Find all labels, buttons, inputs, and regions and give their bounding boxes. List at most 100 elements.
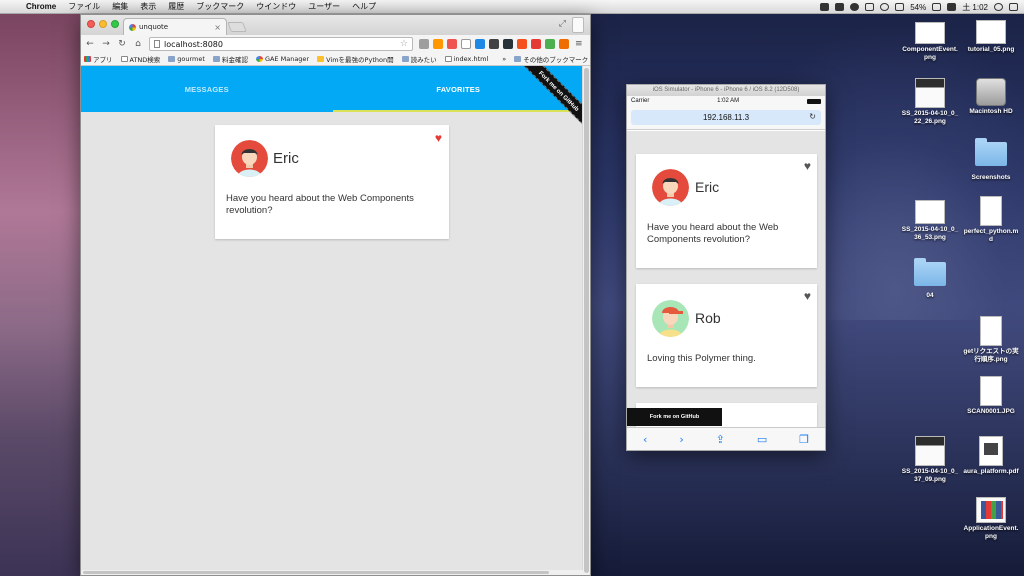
fullscreen-icon[interactable]: ⤢ [559, 19, 566, 29]
back-icon[interactable]: ← [85, 39, 95, 49]
evernote-icon[interactable] [850, 3, 860, 11]
heart-icon[interactable]: ♥ [804, 290, 811, 302]
forward-icon[interactable]: › [679, 433, 683, 446]
menu-help[interactable]: ヘルプ [346, 1, 382, 12]
tab-messages[interactable]: MESSAGES [81, 66, 333, 112]
extension-v-icon[interactable] [475, 39, 485, 49]
desktop-icon-tutorial[interactable]: tutorial_05.png [962, 20, 1020, 54]
bookmark-atnd[interactable]: ATND検索 [120, 54, 160, 64]
folder-icon [212, 56, 220, 62]
heart-icon[interactable]: ♥ [804, 160, 811, 172]
cloud-icon[interactable] [820, 3, 830, 11]
folder-icon [401, 56, 409, 62]
bookmark-star-icon[interactable]: ☆ [400, 39, 408, 49]
menu-window[interactable]: ウインドウ [250, 1, 302, 12]
bookmark-pricing[interactable]: 料金確認 [212, 54, 248, 64]
reload-icon[interactable]: ↻ [117, 39, 127, 49]
bookmark-readlater[interactable]: 読みたい [401, 54, 437, 64]
extension-screen-icon[interactable] [503, 39, 513, 49]
safari-address-bar[interactable]: 192.168.11.3 ↻ [631, 110, 821, 125]
horizontal-scrollbar[interactable] [81, 570, 584, 575]
mac-menubar: Chrome ファイル 編集 表示 履歴 ブックマーク ウインドウ ユーザー ヘ… [0, 0, 1024, 14]
extension-pocket-icon[interactable] [447, 39, 457, 49]
menu-edit[interactable]: 編集 [106, 1, 134, 12]
chrome-menu-icon[interactable]: ≡ [575, 39, 583, 49]
extension-gear-icon[interactable] [489, 39, 499, 49]
battery-icon[interactable] [932, 3, 942, 11]
menu-bookmarks[interactable]: ブックマーク [190, 1, 250, 12]
bookmark-vim[interactable]: Vimを最強のPython開 [317, 54, 394, 64]
bookmarks-icon[interactable]: ▭ [757, 433, 767, 446]
desktop-icon-aura-platform[interactable]: aura_platform.pdf [962, 436, 1020, 476]
bluetooth-icon[interactable] [865, 3, 875, 11]
address-bar[interactable]: localhost:8080 ☆ [149, 37, 413, 51]
desktop-icon-label: SS_2015-04-10_0_22_26.png [901, 110, 959, 125]
desktop-icon-ss-0-22-26[interactable]: SS_2015-04-10_0_22_26.png [901, 78, 959, 126]
forward-icon[interactable]: → [101, 39, 111, 49]
bookmark-gae[interactable]: GAE Manager [255, 55, 309, 63]
bookmark-index[interactable]: index.html [444, 55, 488, 63]
browser-tab[interactable]: unquote × [123, 18, 227, 35]
bookmark-other[interactable]: その他のブックマーク [514, 54, 588, 64]
menubar-app-name[interactable]: Chrome [22, 2, 62, 11]
simulator-title: iOS Simulator - iPhone 6 - iPhone 6 / iO… [627, 85, 825, 96]
home-icon[interactable]: ⌂ [133, 39, 143, 49]
wifi-icon[interactable] [895, 3, 905, 11]
zoom-window-button[interactable] [111, 20, 119, 28]
minimize-window-button[interactable] [99, 20, 107, 28]
safari-address-area: 192.168.11.3 ↻ [627, 106, 825, 130]
apps-grid-icon [84, 56, 91, 62]
extension-box-icon[interactable] [559, 39, 569, 49]
reload-icon[interactable]: ↻ [809, 112, 816, 121]
extension-w-icon[interactable] [461, 39, 471, 49]
desktop-icon-folder-04[interactable]: 04 [901, 258, 959, 300]
desktop-icon-get-request[interactable]: getリクエストの実行順序.png [962, 316, 1020, 364]
dropbox-icon[interactable] [835, 3, 845, 11]
back-icon[interactable]: ‹ [643, 433, 647, 446]
time-machine-icon[interactable] [880, 3, 890, 11]
extension-doc-icon[interactable] [419, 39, 429, 49]
bookmarks-overflow[interactable]: » [502, 55, 506, 63]
menu-user[interactable]: ユーザー [302, 1, 346, 12]
extension-flame-icon[interactable] [433, 39, 443, 49]
desktop-icon-ss-0-36-53[interactable]: SS_2015-04-10_0_36_53.png [901, 200, 959, 242]
spotlight-icon[interactable] [994, 3, 1003, 11]
tabs-icon[interactable]: ❐ [799, 433, 809, 446]
extension-hatena-icon[interactable] [517, 39, 527, 49]
desktop-icon-screenshots[interactable]: Screenshots [962, 138, 1020, 182]
notification-center-icon[interactable] [1009, 3, 1018, 11]
desktop-icon-macintosh-hd[interactable]: Macintosh HD [962, 78, 1020, 116]
desktop-icon-label: tutorial_05.png [967, 46, 1015, 53]
fork-ribbon-link[interactable]: Fork me on GitHub [627, 408, 722, 426]
new-tab-button[interactable] [227, 22, 247, 32]
profile-icon[interactable] [572, 17, 584, 33]
desktop-icon-componentevent[interactable]: ComponentEvent.png [901, 22, 959, 62]
battery-percent[interactable]: 54% [910, 3, 926, 12]
scrollbar-thumb[interactable] [83, 571, 549, 574]
desktop-icon-ss-0-37-09[interactable]: SS_2015-04-10_0_37_09.png [901, 436, 959, 484]
fork-ribbon-link[interactable]: Fork me on GitHub [515, 66, 584, 135]
extension-g-icon[interactable] [545, 39, 555, 49]
bookmark-gourmet[interactable]: gourmet [168, 55, 205, 63]
image-file-icon [915, 200, 945, 224]
menubar-clock[interactable]: 土 1:02 [962, 2, 988, 13]
menu-file[interactable]: ファイル [62, 1, 106, 12]
menu-view[interactable]: 表示 [134, 1, 162, 12]
desktop-icon-applicationevent[interactable]: ApplicationEvent.png [962, 497, 1020, 541]
chrome-tab-strip: unquote × ⤢ [81, 15, 590, 35]
address-bar-url[interactable]: localhost:8080 [164, 40, 396, 49]
share-icon[interactable]: ⇪ [716, 433, 725, 446]
vertical-scrollbar[interactable] [582, 66, 590, 575]
extension-r-icon[interactable] [531, 39, 541, 49]
close-window-button[interactable] [87, 20, 95, 28]
bookmark-apps[interactable]: アプリ [84, 54, 113, 64]
heart-icon[interactable]: ♥ [435, 132, 442, 144]
tab-close-icon[interactable]: × [214, 23, 221, 32]
desktop-icon-perfect-python[interactable]: perfect_python.md [962, 196, 1020, 244]
safari-url[interactable]: 192.168.11.3 [703, 113, 749, 122]
desktop-icon-scan0001[interactable]: SCAN0001.JPG [962, 376, 1020, 416]
image-file-icon [915, 436, 945, 466]
scrollbar-thumb[interactable] [584, 68, 589, 573]
menu-history[interactable]: 履歴 [162, 1, 190, 12]
input-source-icon[interactable] [947, 3, 957, 11]
